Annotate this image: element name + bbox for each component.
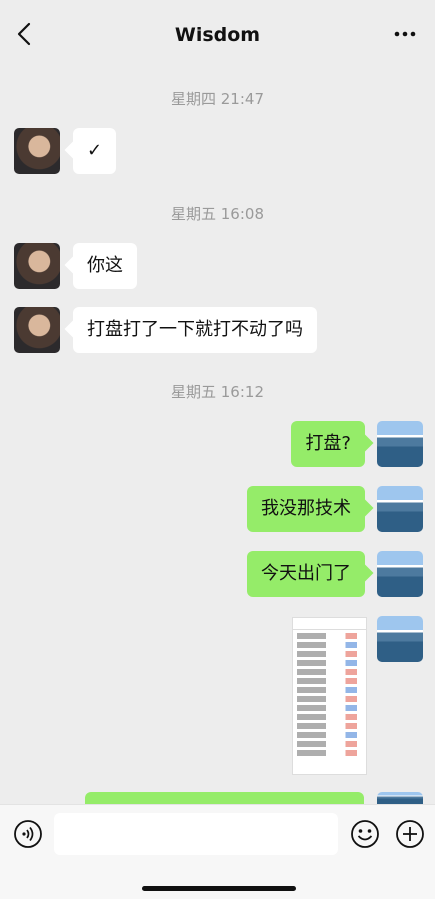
emoji-icon[interactable] — [350, 819, 380, 849]
image-row — [297, 705, 362, 711]
my-avatar[interactable] — [377, 551, 423, 597]
my-avatar[interactable] — [377, 421, 423, 467]
my-avatar[interactable] — [377, 616, 423, 662]
image-row — [297, 750, 362, 756]
plus-icon[interactable] — [395, 819, 425, 849]
image-row — [297, 741, 362, 747]
image-row — [297, 669, 362, 675]
image-row — [297, 633, 362, 639]
image-row — [297, 696, 362, 702]
outgoing-message[interactable]: 打盘? — [291, 421, 365, 467]
image-row — [297, 678, 362, 684]
image-message[interactable] — [292, 617, 367, 775]
contact-avatar[interactable] — [14, 128, 60, 174]
image-row — [297, 651, 362, 657]
incoming-message[interactable]: 你这 — [73, 243, 137, 289]
image-row — [297, 660, 362, 666]
message-input[interactable] — [54, 813, 338, 855]
contact-avatar[interactable] — [14, 307, 60, 353]
outgoing-message[interactable]: 今天出门了 — [247, 551, 365, 597]
voice-icon[interactable] — [13, 819, 43, 849]
image-message-header — [293, 618, 366, 630]
image-row — [297, 642, 362, 648]
chat-title: Wisdom — [174, 24, 261, 46]
image-row — [297, 687, 362, 693]
incoming-message[interactable]: 打盘打了一下就打不动了吗 — [73, 307, 317, 353]
image-row — [297, 732, 362, 738]
input-bar — [0, 804, 435, 899]
image-row — [297, 714, 362, 720]
more-icon[interactable] — [393, 22, 417, 46]
incoming-message[interactable]: ✓ — [73, 128, 117, 174]
timestamp: 星期五 16:08 — [171, 205, 264, 223]
image-row — [297, 723, 362, 729]
contact-avatar[interactable] — [14, 243, 60, 289]
timestamp: 星期四 21:47 — [171, 90, 264, 108]
my-avatar[interactable] — [377, 486, 423, 532]
outgoing-message[interactable]: 我没那技术 — [247, 486, 365, 532]
my-avatar[interactable] — [377, 792, 423, 804]
home-indicator — [142, 886, 296, 891]
timestamp: 星期五 16:12 — [171, 383, 264, 401]
chat-header: Wisdom — [0, 0, 435, 62]
